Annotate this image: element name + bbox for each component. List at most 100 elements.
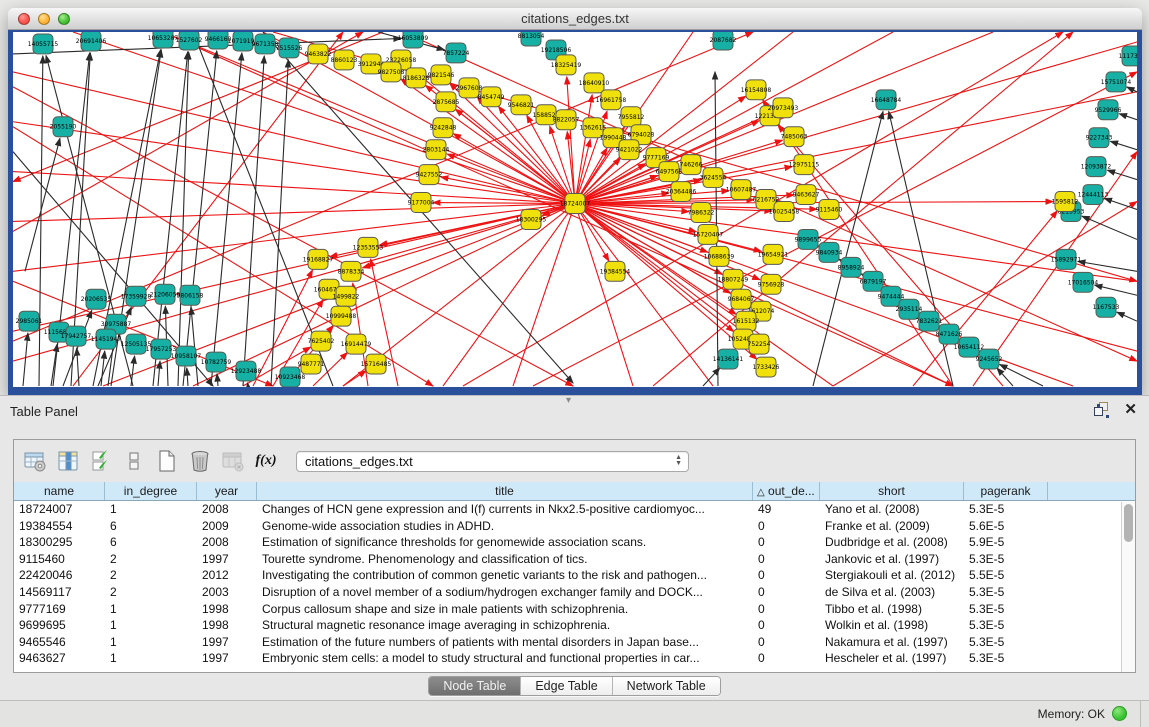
graph-node[interactable]: 20206535 bbox=[81, 289, 112, 309]
graph-node[interactable]: 9115460 bbox=[816, 200, 843, 220]
table-mode-icon[interactable] bbox=[22, 448, 48, 474]
graph-node[interactable]: 12093872 bbox=[1081, 157, 1112, 177]
table-row[interactable]: 2242004622012Investigating the contribut… bbox=[14, 567, 1135, 584]
graph-node[interactable]: 2803144 bbox=[423, 140, 450, 160]
graph-node[interactable]: 19384554 bbox=[600, 261, 631, 281]
graph-node[interactable]: 7986322 bbox=[688, 203, 715, 223]
graph-node[interactable]: 9177004 bbox=[408, 193, 435, 213]
graph-node[interactable]: 8454749 bbox=[478, 87, 505, 107]
column-header-pagerank[interactable]: pagerank bbox=[964, 482, 1048, 500]
graph-node[interactable]: 1733426 bbox=[753, 357, 780, 377]
graph-node[interactable]: 2087682 bbox=[710, 32, 737, 50]
table-row[interactable]: 969969511998Structural magnetic resonanc… bbox=[14, 617, 1135, 634]
graph-node[interactable]: 9671358 bbox=[252, 34, 279, 54]
table-row[interactable]: 1872400712008Changes of HCN gene express… bbox=[14, 501, 1135, 518]
graph-node[interactable]: 2055190 bbox=[50, 117, 77, 137]
graph-node[interactable]: 1167533 bbox=[1093, 297, 1120, 317]
rows-icon[interactable] bbox=[121, 448, 147, 474]
graph-node[interactable]: 12975115 bbox=[789, 155, 820, 175]
column-header-title[interactable]: title bbox=[257, 482, 753, 500]
graph-node[interactable]: 7485063 bbox=[781, 127, 808, 147]
graph-node[interactable]: 10782759 bbox=[201, 352, 232, 372]
graph-node[interactable]: 9840934 bbox=[816, 242, 843, 262]
graph-node[interactable]: 15892971 bbox=[1051, 249, 1082, 269]
network-canvas[interactable]: 1405571520691406106532671527602946616010… bbox=[13, 32, 1137, 387]
graph-node[interactable]: 9463822 bbox=[305, 44, 332, 64]
graph-node[interactable]: 12444113 bbox=[1078, 185, 1109, 205]
column-header-name[interactable]: name bbox=[14, 482, 105, 500]
graph-node[interactable]: 7955812 bbox=[618, 107, 645, 127]
graph-node[interactable]: 9806158 bbox=[177, 285, 204, 305]
graph-node[interactable]: 16648784 bbox=[871, 90, 902, 110]
graph-node[interactable]: 9245652 bbox=[976, 349, 1003, 369]
graph-node[interactable]: 8186328 bbox=[403, 68, 430, 88]
table-row[interactable]: 1938455462009Genome-wide association stu… bbox=[14, 518, 1135, 535]
new-document-icon[interactable] bbox=[154, 448, 180, 474]
graph-node[interactable]: 2985061 bbox=[16, 311, 43, 331]
column-header-out_degree[interactable]: △ out_de... bbox=[753, 482, 820, 500]
network-window-titlebar[interactable]: citations_edges.txt bbox=[8, 8, 1142, 30]
graph-node[interactable]: 9487771 bbox=[298, 354, 325, 374]
graph-node[interactable]: 2875685 bbox=[433, 92, 460, 112]
graph-node[interactable]: 9421022 bbox=[616, 140, 643, 160]
graph-node[interactable]: 8471626 bbox=[936, 324, 963, 344]
graph-node[interactable]: 1527602 bbox=[176, 32, 203, 50]
graph-node[interactable]: 7625402 bbox=[308, 331, 335, 351]
graph-node[interactable]: 19654921 bbox=[758, 244, 789, 264]
column-header-in_degree[interactable]: in_degree bbox=[105, 482, 197, 500]
panel-resize-grip[interactable]: ▾ bbox=[566, 395, 571, 406]
graph-node[interactable]: 8958924 bbox=[838, 257, 865, 277]
graph-node[interactable]: 746266 bbox=[680, 155, 703, 175]
graph-node[interactable]: 12353553 bbox=[353, 237, 384, 257]
graph-node[interactable]: 9529966 bbox=[1095, 100, 1122, 120]
select-columns-icon[interactable] bbox=[88, 448, 114, 474]
table-selector[interactable]: citations_edges.txt ▲▼ bbox=[296, 451, 689, 472]
graph-node[interactable]: 9821546 bbox=[428, 65, 455, 85]
graph-node[interactable]: 1595812 bbox=[1052, 192, 1079, 212]
graph-node[interactable]: 1615132 bbox=[733, 311, 760, 331]
graph-node[interactable]: 8822057 bbox=[553, 110, 580, 130]
graph-node[interactable]: 9827508 bbox=[378, 62, 405, 82]
graph-node[interactable]: 19168827 bbox=[303, 249, 334, 269]
vertical-scrollbar[interactable] bbox=[1121, 502, 1135, 672]
graph-node[interactable]: 9463627 bbox=[793, 185, 820, 205]
graph-node[interactable]: 7857224 bbox=[443, 43, 470, 63]
table-row[interactable]: 1456911722003Disruption of a novel membe… bbox=[14, 584, 1135, 601]
graph-node[interactable]: 9546821 bbox=[508, 95, 535, 115]
graph-node[interactable]: 14055715 bbox=[28, 34, 59, 54]
graph-node[interactable]: 7832621 bbox=[916, 311, 943, 331]
graph-node[interactable]: 16053809 bbox=[398, 32, 429, 48]
table-header-row[interactable]: namein_degreeyeartitle△ out_de...shortpa… bbox=[14, 482, 1135, 501]
scrollbar-thumb[interactable] bbox=[1124, 504, 1133, 542]
column-header-year[interactable]: year bbox=[197, 482, 257, 500]
table-row[interactable]: 946362711997Embryonic stem cells: a mode… bbox=[14, 650, 1135, 667]
graph-node[interactable]: 6497568 bbox=[656, 162, 683, 182]
column-header-short[interactable]: short bbox=[820, 482, 964, 500]
close-panel-icon[interactable]: ✕ bbox=[1124, 403, 1137, 417]
memory-status-icon[interactable] bbox=[1112, 706, 1127, 721]
graph-node[interactable]: 1117305 bbox=[1119, 46, 1137, 66]
tab-node-table[interactable]: Node Table bbox=[429, 677, 521, 695]
graph-node[interactable]: 8878334 bbox=[338, 261, 365, 281]
graph-node[interactable]: 1499822 bbox=[333, 286, 360, 306]
graph-node[interactable]: 752254 bbox=[748, 334, 771, 354]
float-panel-icon[interactable] bbox=[1094, 402, 1110, 418]
delete-icon[interactable] bbox=[187, 448, 213, 474]
show-columns-icon[interactable] bbox=[55, 448, 81, 474]
graph-node[interactable]: 8813054 bbox=[518, 32, 545, 46]
table-row[interactable]: 911546021997Tourette syndrome. Phenomeno… bbox=[14, 551, 1135, 568]
tab-edge-table[interactable]: Edge Table bbox=[521, 677, 612, 695]
graph-node[interactable]: 3624554 bbox=[700, 168, 727, 188]
graph-node[interactable]: 8860123 bbox=[331, 50, 358, 70]
graph-node[interactable]: 18807249 bbox=[718, 269, 749, 289]
table-row[interactable]: 1830029562008Estimation of significance … bbox=[14, 534, 1135, 551]
graph-node[interactable]: 9227343 bbox=[1086, 128, 1113, 148]
graph-node[interactable]: 10688639 bbox=[704, 246, 735, 266]
graph-node[interactable]: 7515526 bbox=[276, 38, 303, 58]
graph-node[interactable]: 10653267 bbox=[148, 32, 179, 48]
graph-node[interactable]: 16914479 bbox=[341, 334, 372, 354]
function-builder-icon[interactable]: f(x) bbox=[253, 448, 279, 474]
graph-node[interactable]: 9427552 bbox=[416, 165, 443, 185]
graph-node[interactable]: 9756928 bbox=[758, 274, 785, 294]
tab-network-table[interactable]: Network Table bbox=[613, 677, 720, 695]
